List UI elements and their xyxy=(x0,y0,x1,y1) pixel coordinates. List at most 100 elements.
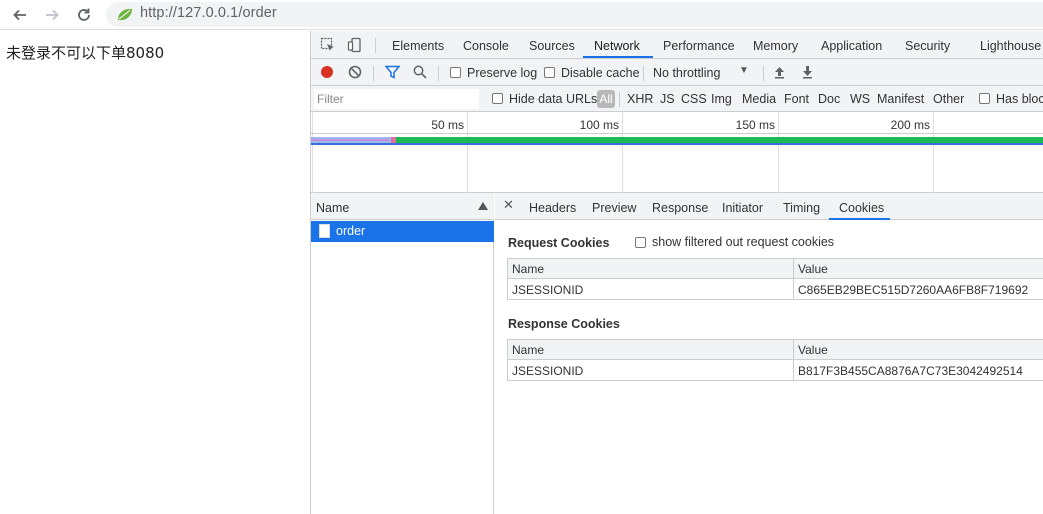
tab-security[interactable]: Security xyxy=(905,39,950,53)
hide-data-urls-label: Hide data URLs xyxy=(509,92,598,106)
type-filter-css[interactable]: CSS xyxy=(681,92,707,106)
type-filter-other[interactable]: Other xyxy=(933,92,964,106)
separator xyxy=(438,66,439,81)
tab-headers[interactable]: Headers xyxy=(529,201,576,215)
show-filtered-cookies-checkbox[interactable] xyxy=(635,237,646,248)
type-filter-ws[interactable]: WS xyxy=(850,92,870,106)
cookie-name[interactable]: JSESSIONID xyxy=(512,283,583,297)
grid-line xyxy=(933,112,934,193)
reload-icon xyxy=(78,8,90,21)
disable-cache-checkbox[interactable] xyxy=(544,67,555,78)
devtools-panel: Elements Console Sources Network Perform… xyxy=(310,31,1043,514)
network-toolbar: Preserve log Disable cache No throttling… xyxy=(311,59,1043,86)
response-cookies-title: Response Cookies xyxy=(508,317,620,331)
timeline-label: 100 ms xyxy=(579,118,619,132)
column-header-name[interactable]: Name xyxy=(512,262,544,276)
close-icon[interactable]: ✕ xyxy=(503,198,514,213)
separator xyxy=(373,66,374,81)
grid-line xyxy=(778,112,779,193)
type-filter-xhr[interactable]: XHR xyxy=(627,92,653,106)
disable-cache-label: Disable cache xyxy=(561,66,640,80)
url-text[interactable]: http://127.0.0.1/order xyxy=(140,5,277,21)
tab-preview[interactable]: Preview xyxy=(592,201,636,215)
column-header-value[interactable]: Value xyxy=(798,343,828,357)
type-filter-js[interactable]: JS xyxy=(660,92,675,106)
reload-button[interactable] xyxy=(73,4,95,26)
request-detail-panel: ✕ Headers Preview Response Initiator Tim… xyxy=(495,193,1043,514)
cookie-name[interactable]: JSESSIONID xyxy=(512,364,583,378)
separator xyxy=(619,92,620,107)
type-filter-manifest[interactable]: Manifest xyxy=(877,92,924,106)
preserve-log-label: Preserve log xyxy=(467,66,538,80)
device-toolbar-icon[interactable] xyxy=(347,37,363,53)
tab-memory[interactable]: Memory xyxy=(753,39,798,53)
import-har-icon[interactable] xyxy=(773,65,786,79)
record-icon[interactable] xyxy=(320,65,334,79)
tab-performance[interactable]: Performance xyxy=(663,39,735,53)
arrow-right-icon xyxy=(46,9,59,21)
type-filter-font[interactable]: Font xyxy=(784,92,809,106)
request-cookies-title: Request Cookies xyxy=(508,236,610,250)
separator xyxy=(643,66,644,81)
tab-application[interactable]: Application xyxy=(821,39,882,53)
throttling-select[interactable]: No throttling xyxy=(653,66,720,80)
tab-timing[interactable]: Timing xyxy=(783,201,820,215)
page-content: 未登录不可以下单8080 xyxy=(0,31,310,514)
document-icon xyxy=(319,224,330,238)
timeline-label: 50 ms xyxy=(431,118,464,132)
has-blocked-checkbox[interactable] xyxy=(979,93,990,104)
preserve-log-checkbox[interactable] xyxy=(450,67,461,78)
type-filter-all[interactable]: All xyxy=(597,90,615,108)
separator xyxy=(375,38,376,53)
column-header-name[interactable]: Name xyxy=(512,343,544,357)
devtools-tabbar: Elements Console Sources Network Perform… xyxy=(311,31,1043,59)
grid-line xyxy=(622,112,623,193)
tab-cookies[interactable]: Cookies xyxy=(839,201,884,215)
detail-tabbar: ✕ Headers Preview Response Initiator Tim… xyxy=(495,193,1043,220)
tab-elements[interactable]: Elements xyxy=(392,39,444,53)
filter-bar: Hide data URLs All XHR JS CSS Img Media … xyxy=(311,86,1043,112)
column-divider xyxy=(793,259,794,299)
type-filter-media[interactable]: Media xyxy=(742,92,776,106)
search-icon[interactable] xyxy=(413,65,427,79)
clear-icon[interactable] xyxy=(348,65,362,79)
arrow-left-icon xyxy=(13,9,26,21)
tab-network[interactable]: Network xyxy=(594,39,640,53)
page-message: 未登录不可以下单8080 xyxy=(6,44,165,62)
tab-lighthouse[interactable]: Lighthouse xyxy=(980,39,1041,53)
table-header xyxy=(508,259,1043,279)
timeline-label: 150 ms xyxy=(735,118,775,132)
request-timing-bar xyxy=(311,137,1043,145)
name-column-header[interactable]: Name xyxy=(311,193,494,220)
sort-ascending-icon xyxy=(478,202,488,210)
grid-line xyxy=(312,112,313,193)
filter-input[interactable] xyxy=(314,89,479,109)
grid-line xyxy=(467,112,468,193)
column-divider xyxy=(793,340,794,380)
spring-leaf-icon xyxy=(118,8,132,21)
export-har-icon[interactable] xyxy=(801,65,814,79)
separator xyxy=(763,66,764,81)
tab-initiator[interactable]: Initiator xyxy=(722,201,763,215)
forward-button[interactable] xyxy=(41,4,63,26)
tab-sources[interactable]: Sources xyxy=(529,39,575,53)
browser-toolbar: http://127.0.0.1/order xyxy=(0,0,1043,30)
hide-data-urls-checkbox[interactable] xyxy=(492,93,503,104)
column-header-value[interactable]: Value xyxy=(798,262,828,276)
request-name: order xyxy=(336,224,366,238)
back-button[interactable] xyxy=(9,4,31,26)
column-label: Name xyxy=(316,201,350,215)
network-overview-timeline[interactable]: 50 ms 100 ms 150 ms 200 ms xyxy=(311,112,1043,193)
cookie-value[interactable]: C865EB29BEC515D7260AA6FB8F719692 xyxy=(798,283,1028,297)
type-filter-img[interactable]: Img xyxy=(711,92,732,106)
inspect-element-icon[interactable] xyxy=(320,37,336,53)
type-filter-doc[interactable]: Doc xyxy=(818,92,840,106)
filter-icon[interactable] xyxy=(385,65,400,79)
timeline-label: 200 ms xyxy=(890,118,930,132)
cookie-value[interactable]: B817F3B455CA8876A7C73E3042492514 xyxy=(798,364,1023,378)
request-row[interactable]: order xyxy=(311,221,494,242)
tab-response[interactable]: Response xyxy=(652,201,708,215)
tab-console[interactable]: Console xyxy=(463,39,509,53)
active-tab-indicator xyxy=(583,56,653,58)
table-header xyxy=(508,340,1043,360)
